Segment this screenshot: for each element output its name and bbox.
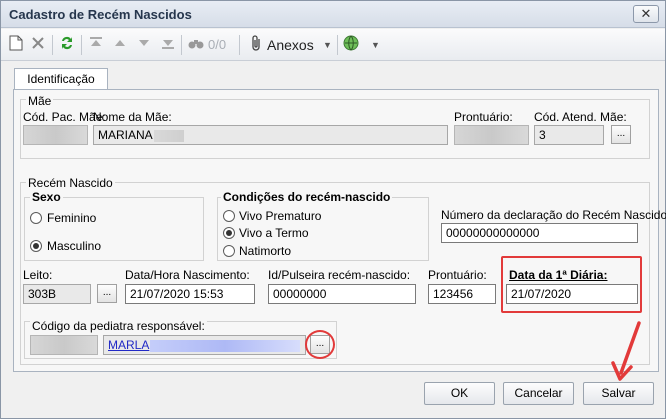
vivo-a-termo-label[interactable]: Vivo a Termo: [239, 226, 309, 240]
feminino-radio[interactable]: [30, 212, 42, 224]
nome-mae-label: Nome da Mãe:: [93, 110, 172, 124]
data-hora-nascimento-field[interactable]: 21/07/2020 15:53: [125, 284, 255, 304]
tab-identificacao[interactable]: Identificação: [14, 68, 108, 90]
data-hora-nascimento-label: Data/Hora Nascimento:: [125, 268, 250, 282]
binoculars-icon[interactable]: [188, 35, 204, 55]
highlight-circle-pediatra: [305, 330, 335, 359]
globe-icon[interactable]: [343, 35, 359, 55]
chevron-down-icon[interactable]: ▼: [371, 35, 380, 55]
vivo-prematuro-label[interactable]: Vivo Prematuro: [239, 209, 321, 223]
nome-mae-field[interactable]: MARIANA: [93, 125, 448, 145]
pulseira-field[interactable]: 00000000: [268, 284, 416, 304]
refresh-icon[interactable]: [59, 35, 75, 55]
title-bar: Cadastro de Recém Nascidos ✕: [1, 1, 665, 28]
condicoes-label: Condições do recém-nascido: [221, 190, 393, 204]
salvar-button[interactable]: Salvar: [583, 382, 654, 405]
feminino-label[interactable]: Feminino: [47, 211, 96, 225]
masculino-radio[interactable]: [30, 240, 42, 252]
record-counter: 0/0: [208, 37, 227, 52]
previous-record-icon[interactable]: [114, 35, 126, 55]
new-document-icon[interactable]: [9, 35, 23, 55]
cod-atend-lookup-button[interactable]: ...: [611, 125, 631, 144]
natimorto-radio[interactable]: [223, 245, 235, 257]
cod-pac-mae-field[interactable]: [23, 125, 88, 145]
cod-atend-mae-label: Cód. Atend. Mãe:: [534, 110, 627, 124]
recem-nascido-group-label: Recém Nascido: [26, 176, 115, 190]
next-record-icon[interactable]: [138, 35, 150, 55]
delete-icon[interactable]: [31, 35, 45, 55]
tab-panel: Mãe Cód. Pac. Mãe: Nome da Mãe: MARIANA …: [13, 89, 666, 372]
vivo-prematuro-radio[interactable]: [223, 210, 235, 222]
cancelar-button[interactable]: Cancelar: [503, 382, 574, 405]
declaracao-field[interactable]: 00000000000000: [441, 223, 638, 243]
pediatra-codigo-field[interactable]: [30, 335, 98, 355]
sexo-label: Sexo: [30, 190, 63, 204]
natimorto-label[interactable]: Natimorto: [239, 244, 291, 258]
leito-label: Leito:: [23, 268, 53, 282]
first-record-icon[interactable]: [89, 35, 103, 55]
toolbar: 0/0 Anexos ▼ ▼: [1, 29, 665, 61]
window-title: Cadastro de Recém Nascidos: [9, 7, 192, 22]
prontuario-rn-field[interactable]: 123456: [428, 284, 496, 304]
cod-atend-mae-field[interactable]: 3: [534, 125, 604, 145]
close-button[interactable]: ✕: [633, 5, 659, 23]
arrow-annotation-icon: [611, 321, 641, 381]
pediatra-nome-field[interactable]: MARLA: [103, 335, 306, 355]
leito-field[interactable]: 303B: [23, 284, 91, 304]
dialog-window: Cadastro de Recém Nascidos ✕ 0/0 Anexos …: [0, 0, 666, 419]
paperclip-icon: [251, 35, 263, 55]
declaracao-label: Número da declaração do Recém Nascido:: [441, 208, 666, 222]
prontuario-mae-field[interactable]: [454, 125, 529, 145]
prontuario-rn-label: Prontuário:: [428, 268, 487, 282]
pediatra-label: Código da pediatra responsável:: [30, 319, 207, 333]
highlight-box-diaria: [501, 256, 642, 313]
vivo-a-termo-radio[interactable]: [223, 227, 235, 239]
ok-button[interactable]: OK: [424, 382, 495, 405]
anexos-menu[interactable]: Anexos: [267, 35, 314, 55]
chevron-down-icon[interactable]: ▼: [323, 35, 332, 55]
masculino-label[interactable]: Masculino: [47, 239, 101, 253]
last-record-icon[interactable]: [161, 35, 175, 55]
leito-lookup-button[interactable]: ...: [97, 284, 117, 303]
mae-group-label: Mãe: [26, 94, 54, 108]
pulseira-label: Id/Pulseira recém-nascido:: [268, 268, 411, 282]
prontuario-mae-label: Prontuário:: [454, 110, 513, 124]
